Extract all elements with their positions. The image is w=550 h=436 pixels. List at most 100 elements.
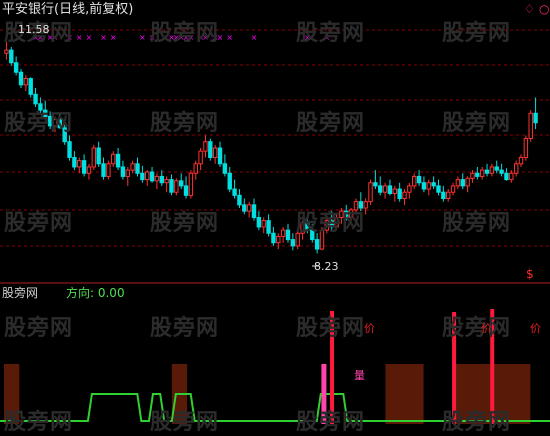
marker-x: × [139, 33, 146, 42]
candle-body [509, 172, 514, 181]
candle-body [33, 93, 38, 105]
watermark: 股旁网 [150, 410, 220, 435]
volume-signal-tag: 量 [354, 369, 365, 382]
candle-body [368, 182, 373, 203]
candle-body [460, 179, 465, 187]
candle-body [499, 169, 504, 174]
candle-body [484, 169, 490, 174]
candle-body [212, 147, 218, 158]
watermark: 股旁网 [4, 111, 74, 136]
chart-stage[interactable]: × × × × × × × × × × × × × × × × × × × × × × × × 股旁网 股旁网 股旁网 股旁网… [0, 0, 550, 435]
marker-x: × [226, 33, 233, 42]
candle-body [523, 138, 529, 158]
candle-body [18, 71, 24, 86]
candle-body [533, 112, 538, 124]
candle-body [285, 229, 291, 241]
candle-body [115, 153, 121, 168]
watermark: 股旁网 [150, 111, 220, 136]
candle-body [242, 204, 247, 212]
watermark: 股旁网 [296, 21, 366, 46]
candle-body [392, 188, 397, 194]
price-signal-tag: 价 [364, 322, 375, 335]
chart-title: 平安银行(日线,前复权) [2, 2, 134, 17]
candle-body [28, 78, 33, 95]
candle-body [149, 171, 155, 182]
direction-value: 方向: 0.00 [66, 286, 125, 300]
candle-body [465, 177, 470, 187]
candle-body [154, 175, 160, 182]
candle-body [125, 169, 130, 177]
candle-body [251, 204, 257, 218]
candle-body [101, 163, 106, 177]
candle-body [246, 204, 252, 212]
candle-body [23, 78, 29, 86]
candle-body [494, 166, 499, 171]
watermark: 股旁网 [442, 410, 512, 435]
marker-x: × [86, 33, 93, 42]
candle-body [271, 232, 276, 244]
watermark: 股旁网 [442, 111, 512, 136]
candle-body [193, 163, 198, 174]
candle-body [387, 185, 393, 194]
watermark: 股旁网 [442, 211, 512, 236]
candle-body [159, 175, 164, 184]
candle-body [9, 49, 14, 64]
high-price-label: 11.58 [18, 23, 50, 36]
candle-body [208, 141, 213, 158]
watermark: 股旁网 [296, 316, 366, 341]
candle-body [470, 172, 475, 179]
candle-body [479, 169, 485, 177]
candle-body [256, 216, 262, 228]
candle-body [67, 141, 72, 158]
candle-body [72, 156, 77, 168]
candle-body [475, 172, 480, 177]
price-signal-tag: 价 [481, 322, 492, 335]
candle-body [232, 188, 237, 196]
watermark: 股旁网 [442, 21, 512, 46]
close-circle-icon[interactable]: ○ [539, 3, 549, 15]
candle-body [77, 160, 82, 168]
candle-body [227, 172, 232, 190]
candle-body [13, 62, 19, 73]
watermark: 股旁网 [296, 211, 366, 236]
candle-body [91, 147, 97, 168]
signal-band [385, 364, 424, 424]
candle-body [421, 182, 427, 190]
candle-body [373, 182, 378, 187]
watermark: 股旁网 [4, 211, 74, 236]
candle-body [222, 163, 228, 174]
watermark: 股旁网 [296, 410, 366, 435]
candle-body [183, 185, 189, 196]
candle-body [290, 239, 296, 247]
candle-body [314, 239, 320, 250]
candle-body [436, 185, 441, 193]
candle-body [528, 112, 533, 140]
candle-body [513, 163, 519, 174]
candle-body [426, 182, 431, 190]
candle-body [455, 179, 461, 187]
candle-body [174, 180, 179, 193]
marker-x: × [76, 33, 83, 42]
marker-x: × [110, 33, 117, 42]
candle-body [178, 180, 184, 187]
watermark: 股旁网 [442, 316, 512, 341]
candle-body [445, 191, 451, 200]
marker-x: × [100, 33, 107, 42]
candle-body [164, 179, 169, 184]
candle-body [237, 194, 242, 206]
candle-body [412, 175, 417, 187]
candle-body [276, 235, 281, 244]
candle-body [450, 185, 456, 193]
candle-body [135, 163, 140, 174]
watermark: 股旁网 [4, 410, 74, 435]
candle-body [489, 166, 495, 174]
candle-body [382, 185, 388, 193]
price-signal-tag: 价 [530, 322, 541, 335]
settings-diamond-icon[interactable]: ♢ [524, 3, 535, 15]
candle-body [130, 163, 135, 171]
dollar-marker: $ [526, 267, 534, 281]
candle-body [407, 185, 412, 193]
indicator-name: 股旁网 [2, 286, 39, 300]
candle-body [145, 171, 150, 181]
candle-body [81, 160, 87, 174]
